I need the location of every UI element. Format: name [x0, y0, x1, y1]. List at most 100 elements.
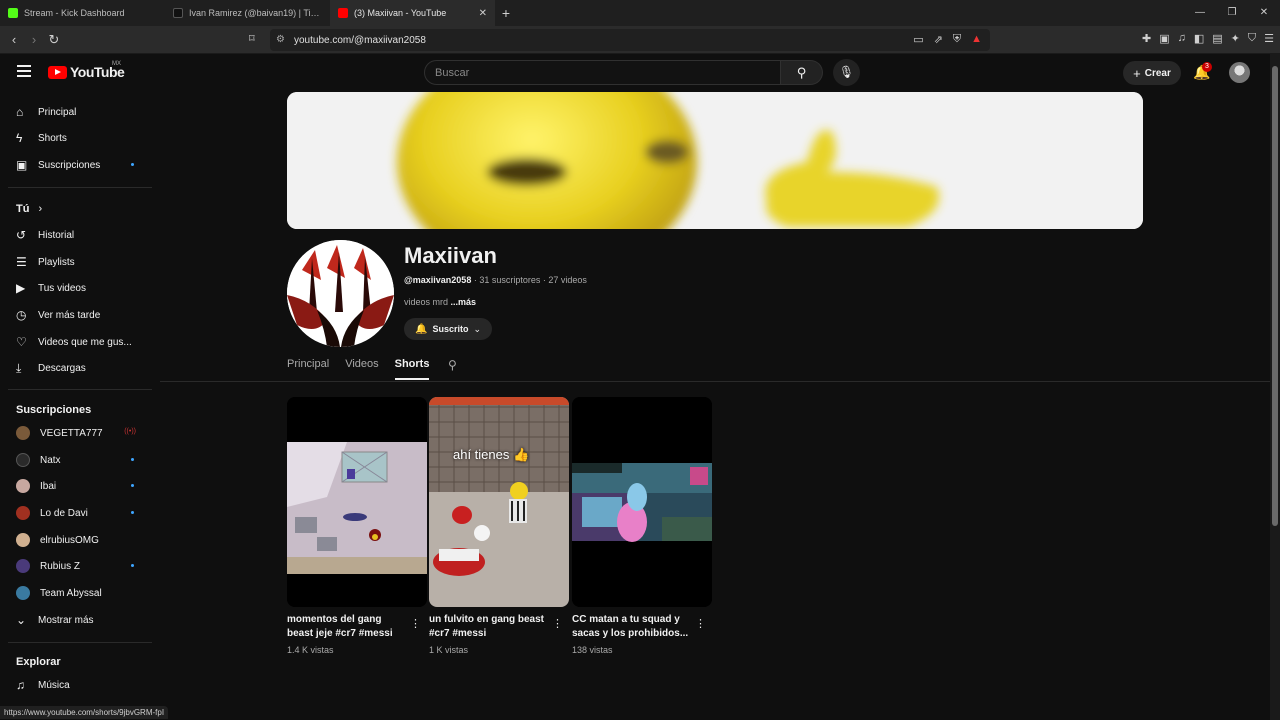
- sidebar-item-label: Suscripciones: [38, 159, 101, 171]
- more-options-icon[interactable]: ⋮: [410, 617, 421, 630]
- url-field[interactable]: ⚙ youtube.com/@maxiivan2058 ▭ ⇗ ⛨ ▲: [270, 29, 990, 51]
- sidebar-sub-elrubiusomg[interactable]: elrubiusOMG: [8, 527, 152, 553]
- scrollbar-thumb[interactable]: [1272, 66, 1278, 526]
- short-title[interactable]: CC matan a tu squad y sacas y los prohib…: [572, 613, 692, 641]
- close-tab-icon[interactable]: ✕: [479, 8, 487, 19]
- sidebar-sub-lo-de-davi[interactable]: Lo de Davi: [8, 500, 152, 526]
- sidebar-item-label: Playlists: [38, 256, 75, 268]
- chevron-down-icon: ⌄: [16, 613, 27, 627]
- vpn-icon[interactable]: ⛉: [1248, 32, 1256, 45]
- short-thumbnail[interactable]: [572, 397, 712, 607]
- reload-icon[interactable]: ↻: [44, 32, 64, 48]
- sidebar-item-shorts[interactable]: ϟ Shorts: [8, 125, 152, 151]
- home-icon: ⌂: [16, 105, 24, 119]
- media-icon[interactable]: ♫: [1178, 32, 1186, 45]
- channel-name: Maxiivan: [404, 243, 497, 268]
- channel-avatar: [16, 533, 30, 547]
- more-link[interactable]: ...más: [451, 297, 477, 307]
- youtube-header: YouTube MX Buscar ⚲ 🎙 + Crear 🔔 3: [0, 54, 1270, 92]
- sidebar-item-suscripciones[interactable]: ▣ Suscripciones: [8, 152, 152, 178]
- live-icon: ((•)): [124, 428, 136, 435]
- forward-icon[interactable]: ›: [24, 32, 44, 47]
- hamburger-menu-icon[interactable]: [17, 65, 31, 77]
- site-info-icon[interactable]: ⚙: [276, 34, 285, 45]
- sidebar-show-more[interactable]: ⌄ Mostrar más: [8, 607, 152, 633]
- tabs-divider: [160, 381, 1270, 382]
- sidebar-item-label: Team Abyssal: [40, 587, 102, 599]
- leo-icon[interactable]: ✦: [1231, 32, 1240, 45]
- more-options-icon[interactable]: ⋮: [552, 617, 563, 630]
- channel-avatar-large[interactable]: [287, 240, 394, 347]
- screenshot-icon[interactable]: ▣: [1159, 32, 1169, 45]
- tab-shorts[interactable]: Shorts: [394, 358, 430, 380]
- sidebar-divider: [8, 642, 152, 643]
- back-icon[interactable]: ‹: [4, 32, 24, 47]
- browser-tab-tiktok[interactable]: Ivan Ramirez (@baivan19) | TikTok: [165, 0, 330, 26]
- extensions-icon[interactable]: ✚: [1142, 32, 1151, 45]
- music-icon: ♫: [16, 678, 25, 692]
- thumbnail-image: [429, 397, 569, 607]
- rewards-icon[interactable]: ▲: [971, 33, 982, 46]
- new-tab-icon[interactable]: +: [495, 5, 517, 21]
- sidebar-item-label: Tus videos: [38, 282, 86, 294]
- short-thumbnail[interactable]: [287, 397, 427, 607]
- sidebar-item-liked-videos[interactable]: ♡ Videos que me gus...: [8, 329, 152, 355]
- short-card[interactable]: momentos del gang beast jeje #cr7 #messi…: [287, 397, 427, 655]
- sidebar-sub-vegetta777[interactable]: VEGETTA777 ((•)): [8, 420, 152, 446]
- browser-tab-kick[interactable]: Stream - Kick Dashboard: [0, 0, 165, 26]
- sidebar-item-label: Natx: [40, 454, 61, 466]
- sidebar-item-ver-mas-tarde[interactable]: ◷ Ver más tarde: [8, 302, 152, 328]
- channel-tabs: Principal Videos Shorts: [287, 358, 430, 380]
- close-window-icon[interactable]: ✕: [1248, 0, 1280, 26]
- region-code: MX: [112, 61, 121, 67]
- search-button[interactable]: ⚲: [781, 60, 823, 85]
- search-input[interactable]: Buscar: [424, 60, 781, 85]
- you-section-header[interactable]: Tú ›: [16, 203, 42, 215]
- sidebar-toggle-icon[interactable]: ◧: [1194, 32, 1204, 45]
- voice-search-button[interactable]: 🎙: [833, 59, 860, 86]
- tab-videos[interactable]: Videos: [345, 358, 378, 380]
- bookmark-icon[interactable]: ⌑: [249, 32, 255, 45]
- user-avatar[interactable]: [1229, 62, 1250, 83]
- search-placeholder: Buscar: [435, 66, 470, 79]
- sidebar-item-principal[interactable]: ⌂ Principal: [8, 99, 152, 125]
- short-views: 1 K vistas: [429, 645, 469, 655]
- share-icon[interactable]: ⇗: [934, 33, 943, 46]
- page-scrollbar[interactable]: [1270, 54, 1280, 720]
- sidebar-item-playlists[interactable]: ☰ Playlists: [8, 249, 152, 275]
- sidebar-item-label: Historial: [38, 229, 75, 241]
- short-title[interactable]: un fulvito en gang beast #cr7 #messi: [429, 613, 549, 641]
- channel-avatar: [16, 506, 30, 520]
- minimize-icon[interactable]: —: [1184, 0, 1216, 26]
- sidebar-sub-rubius-z[interactable]: Rubius Z: [8, 553, 152, 579]
- menu-icon[interactable]: ☰: [1264, 32, 1274, 45]
- short-card[interactable]: CC matan a tu squad y sacas y los prohib…: [572, 397, 712, 655]
- sidebar-sub-natx[interactable]: Natx: [8, 447, 152, 473]
- tab-principal[interactable]: Principal: [287, 358, 329, 380]
- sidebar-item-historial[interactable]: ↺ Historial: [8, 222, 152, 248]
- plus-icon: +: [1133, 65, 1141, 81]
- sidebar-item-descargas[interactable]: ⤓ Descargas: [8, 355, 152, 381]
- cast-icon[interactable]: ▭: [913, 33, 923, 46]
- youtube-logo[interactable]: YouTube MX: [48, 61, 125, 80]
- short-title[interactable]: momentos del gang beast jeje #cr7 #messi: [287, 613, 407, 641]
- subscribed-button[interactable]: 🔔 Suscrito ⌄: [404, 318, 492, 340]
- short-card[interactable]: ahí tienes 👍 un fulvito en gang beast #c…: [429, 397, 569, 655]
- sidebar: ⌂ Principal ϟ Shorts ▣ Suscripciones Tú …: [0, 92, 160, 720]
- channel-search-icon[interactable]: ⚲: [448, 358, 457, 372]
- channel-description[interactable]: videos mrd ...más: [404, 297, 476, 307]
- brave-shield-icon[interactable]: ⛨: [953, 33, 961, 46]
- sidebar-item-musica[interactable]: ♫ Música: [8, 672, 152, 698]
- short-thumbnail[interactable]: ahí tienes 👍: [429, 397, 569, 607]
- more-options-icon[interactable]: ⋮: [695, 617, 706, 630]
- sidebar-item-tus-videos[interactable]: ▶ Tus videos: [8, 275, 152, 301]
- restore-icon[interactable]: ❐: [1216, 0, 1248, 26]
- create-button[interactable]: + Crear: [1123, 61, 1181, 85]
- channel-stats: · 31 suscriptores · 27 videos: [471, 275, 587, 285]
- sidebar-sub-team-abyssal[interactable]: Team Abyssal: [8, 580, 152, 606]
- wallet-icon[interactable]: ▤: [1212, 32, 1222, 45]
- browser-tab-youtube[interactable]: (3) Maxiivan - YouTube ✕: [330, 0, 495, 26]
- sidebar-item-label: Rubius Z: [40, 560, 81, 572]
- browser-address-bar: ‹ › ↻ ⌑ ⚙ youtube.com/@maxiivan2058 ▭ ⇗ …: [0, 26, 1280, 54]
- sidebar-sub-ibai[interactable]: Ibai: [8, 473, 152, 499]
